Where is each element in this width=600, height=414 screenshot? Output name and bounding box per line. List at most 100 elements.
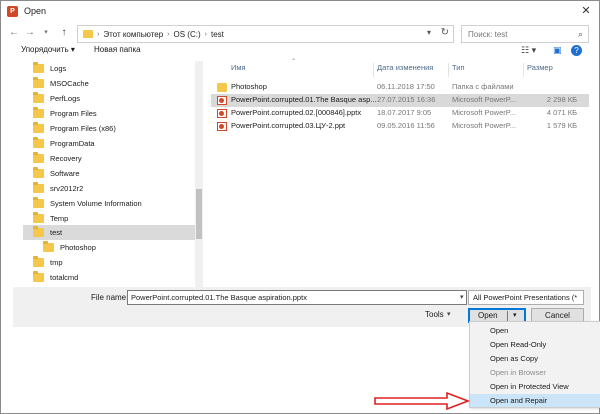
file-date: 27.07.2015 16:36: [377, 95, 436, 104]
column-divider[interactable]: [373, 63, 374, 77]
tree-item-label: Recovery: [50, 154, 82, 163]
refresh-icon[interactable]: ↻: [441, 27, 449, 38]
tools-dropdown-icon[interactable]: ▾: [447, 310, 451, 318]
open-dropdown-chevron-icon[interactable]: ▾: [513, 311, 517, 319]
address-dropdown-icon[interactable]: ▾: [427, 28, 431, 37]
tree-item-temp[interactable]: Temp: [33, 211, 195, 226]
tree-item-program-files-x86[interactable]: Program Files (x86): [33, 121, 195, 136]
folder-icon: [33, 197, 44, 208]
folder-icon: [33, 107, 44, 118]
tree-item-label: Logs: [50, 64, 67, 73]
folder-icon: [33, 92, 44, 103]
breadcrumb-drive[interactable]: OS (C:): [174, 30, 201, 39]
tree-item-label: MSOCache: [50, 79, 89, 88]
chevron-down-icon: ▾: [44, 29, 48, 36]
arrow-left-icon: ←: [9, 27, 19, 38]
address-bar[interactable]: › Этот компьютер › OS (C:) › test ▾ ↻: [77, 25, 454, 43]
up-button[interactable]: ↑: [57, 26, 71, 40]
view-options-icon[interactable]: ☷ ▾: [521, 45, 536, 56]
tree-item-perflogs[interactable]: PerfLogs: [33, 91, 195, 106]
folder-icon: [43, 241, 54, 252]
arrow-right-icon: →: [25, 27, 35, 38]
tools-button[interactable]: Tools: [425, 310, 444, 319]
search-input[interactable]: Поиск: test: [468, 30, 578, 39]
menu-item-open-read-only[interactable]: Open Read-Only: [470, 338, 600, 351]
menu-item-open-as-copy[interactable]: Open as Copy: [470, 352, 600, 365]
file-row-photoshop[interactable]: Photoshop 06.11.2018 17:50 Папка с файла…: [211, 81, 589, 94]
file-type: Папка с файлами: [452, 82, 514, 91]
scrollbar-thumb[interactable]: [196, 189, 202, 239]
preview-pane-icon[interactable]: ▣: [553, 45, 562, 56]
recent-locations-button[interactable]: ▾: [39, 26, 53, 40]
navigation-bar: ← → ▾ ↑ › Этот компьютер › OS (C:) › tes…: [1, 23, 599, 45]
tree-item-system-volume-information[interactable]: System Volume Information: [33, 196, 195, 211]
organize-button[interactable]: Упорядочить ▾: [21, 45, 75, 54]
tree-item-photoshop[interactable]: Photoshop: [43, 240, 195, 255]
navigation-scrollbar[interactable]: [195, 61, 203, 287]
file-type: Microsoft PowerP...: [452, 108, 517, 117]
tree-item-msocache[interactable]: MSOCache: [33, 76, 195, 91]
file-type: Microsoft PowerP...: [452, 121, 517, 130]
breadcrumb-computer[interactable]: Этот компьютер: [103, 30, 163, 39]
search-box[interactable]: Поиск: test ⌕: [461, 25, 589, 43]
tree-item-logs[interactable]: Logs: [33, 61, 195, 76]
file-name: PowerPoint.corrupted.03.ЦУ-2.ppt: [231, 121, 346, 130]
column-header-size[interactable]: Размер: [527, 63, 553, 77]
file-type-select[interactable]: All PowerPoint Presentations (*: [468, 290, 584, 305]
folder-icon: [83, 30, 93, 38]
column-header-date[interactable]: Дата изменения: [377, 63, 433, 77]
file-size: 4 071 КБ: [546, 108, 577, 117]
column-divider[interactable]: [523, 63, 524, 77]
tree-item-srv2012r2[interactable]: srv2012r2: [33, 181, 195, 196]
file-type: Microsoft PowerP...: [452, 95, 517, 104]
breadcrumb-folder[interactable]: test: [211, 30, 224, 39]
tree-item-label: Program Files (x86): [50, 124, 116, 133]
powerpoint-file-icon: [217, 96, 227, 105]
file-name-dropdown-icon[interactable]: ▾: [460, 293, 464, 301]
tree-item-tmp[interactable]: tmp: [33, 255, 195, 270]
file-row-corrupted-02[interactable]: PowerPoint.corrupted.02.[000846].pptx 18…: [211, 107, 589, 120]
menu-item-open-and-repair[interactable]: Open and Repair: [470, 394, 600, 407]
folder-icon: [33, 182, 44, 193]
powerpoint-file-icon: [217, 109, 227, 118]
close-button[interactable]: ✕: [579, 4, 593, 18]
file-row-corrupted-01[interactable]: PowerPoint.corrupted.01.The Basque asp..…: [211, 94, 589, 107]
breadcrumb-separator-icon: ›: [97, 30, 100, 38]
column-header-name[interactable]: Имя: [231, 63, 246, 77]
help-icon[interactable]: ?: [571, 45, 582, 56]
file-size: 1 579 КБ: [546, 121, 577, 130]
tree-item-test[interactable]: test: [23, 225, 195, 240]
tree-item-label: ProgramData: [50, 139, 95, 148]
new-folder-button[interactable]: Новая папка: [94, 45, 141, 54]
command-bar: Упорядочить ▾ Новая папка ☷ ▾ ▣ ?: [1, 45, 599, 59]
file-name: PowerPoint.corrupted.01.The Basque asp..…: [231, 95, 377, 104]
folder-icon: [33, 62, 44, 73]
folder-icon: [33, 212, 44, 223]
organize-label: Упорядочить: [21, 45, 69, 54]
menu-item-open[interactable]: Open: [470, 324, 600, 337]
column-header-type[interactable]: Тип: [452, 63, 465, 77]
file-row-corrupted-03[interactable]: PowerPoint.corrupted.03.ЦУ-2.ppt 09.05.2…: [211, 120, 589, 133]
column-divider[interactable]: [448, 63, 449, 77]
back-button[interactable]: ←: [7, 26, 21, 40]
tree-item-label: PerfLogs: [50, 94, 81, 103]
open-button-label[interactable]: Open: [478, 311, 498, 320]
forward-button[interactable]: →: [23, 26, 37, 40]
red-arrow-annotation-icon: [374, 391, 471, 411]
powerpoint-app-icon: P: [7, 5, 18, 17]
tree-item-programdata[interactable]: ProgramData: [33, 136, 195, 151]
folder-icon: [33, 122, 44, 133]
file-name-input[interactable]: PowerPoint.corrupted.01.The Basque aspir…: [127, 290, 467, 305]
tree-item-label: srv2012r2: [50, 184, 84, 193]
tree-item-recovery[interactable]: Recovery: [33, 151, 195, 166]
close-icon: ✕: [581, 5, 591, 17]
file-date: 06.11.2018 17:50: [377, 82, 435, 91]
folder-icon: [33, 167, 44, 178]
open-dialog: P Open ✕ ← → ▾ ↑ › Этот компьютер › OS (…: [0, 0, 600, 414]
tree-item-software[interactable]: Software: [33, 166, 195, 181]
tree-item-program-files[interactable]: Program Files: [33, 106, 195, 121]
folder-icon: [33, 77, 44, 88]
menu-item-open-protected-view[interactable]: Open in Protected View: [470, 380, 600, 393]
tree-item-totalcmd[interactable]: totalcmd: [33, 270, 195, 285]
file-date: 09.05.2016 11:56: [377, 121, 435, 130]
